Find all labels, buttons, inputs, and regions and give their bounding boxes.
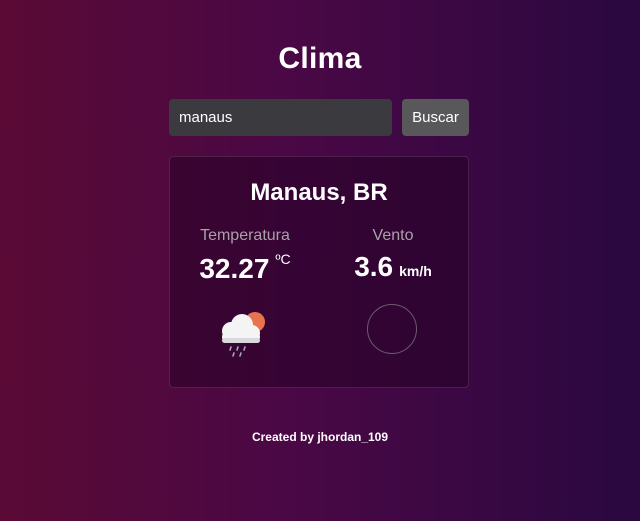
city-search-input[interactable] <box>169 99 392 136</box>
weather-card: Manaus, BR Temperatura 32.27 ºC Vento 3.6… <box>169 156 469 388</box>
footer-credit: Created by jhordan_109 <box>251 430 389 444</box>
wind-value: 3.6 <box>354 251 394 282</box>
city-name: Manaus, BR <box>250 179 388 206</box>
temperature-value: 32.27 <box>199 253 270 284</box>
wind-compass-icon <box>367 304 417 354</box>
wind-unit: km/h <box>399 263 432 279</box>
temperature-unit: ºC <box>275 251 291 267</box>
temperature-section: Temperatura 32.27 ºC <box>170 227 320 285</box>
page-title: Clima <box>278 42 362 75</box>
wind-label: Vento <box>372 227 414 244</box>
cloud-sun-rain-icon <box>214 305 272 361</box>
search-form: Buscar <box>169 99 469 136</box>
temperature-label: Temperatura <box>200 227 290 244</box>
search-button[interactable]: Buscar <box>402 99 469 136</box>
wind-section: Vento 3.6 km/h <box>318 227 468 283</box>
